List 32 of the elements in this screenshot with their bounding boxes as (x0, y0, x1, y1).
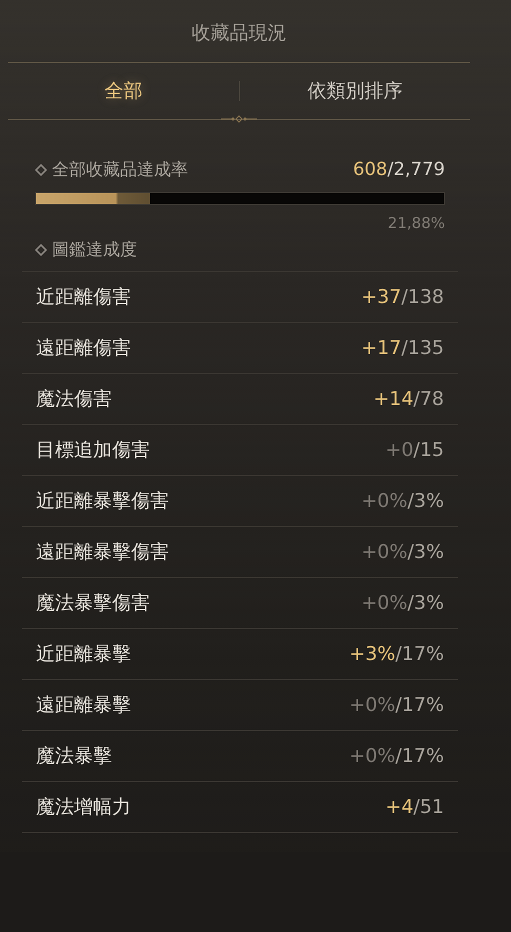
stat-value: +37/138 (361, 286, 444, 308)
tab[interactable]: 全部 (8, 70, 238, 112)
diamond-icon (35, 244, 47, 256)
ornament-icon (219, 115, 259, 123)
stat-value: +4/51 (385, 796, 444, 818)
stat-name: 魔法暴擊 (36, 744, 112, 769)
section-label: 圖鑑達成度 (52, 239, 137, 261)
stat-name: 近距離暴擊傷害 (36, 489, 169, 514)
stat-value: +0%/3% (361, 490, 444, 512)
stat-name: 近距離傷害 (36, 285, 131, 310)
diamond-icon (35, 164, 47, 176)
stat-name: 遠距離暴擊 (36, 693, 131, 718)
stat-value: +14/78 (373, 388, 444, 410)
stat-name: 遠距離暴擊傷害 (36, 540, 169, 565)
panel-title: 收藏品現況 (192, 21, 286, 46)
stat-value: +0%/3% (361, 592, 444, 614)
section-label: 全部收藏品達成率 (52, 159, 188, 181)
collection-count: 608/2,779 (353, 159, 445, 180)
percent-label: 21,88% (388, 214, 445, 232)
stat-value: +0/15 (385, 439, 444, 461)
stat-name: 魔法傷害 (36, 387, 112, 412)
tab[interactable]: 依類別排序 (240, 70, 470, 112)
stat-value: +3%/17% (349, 643, 444, 665)
stat-value: +0%/3% (361, 541, 444, 563)
stat-name: 目標追加傷害 (36, 438, 150, 463)
stat-name: 魔法暴擊傷害 (36, 591, 150, 616)
stat-name: 近距離暴擊 (36, 642, 131, 667)
stat-name: 魔法增幅力 (36, 795, 131, 820)
stat-value: +0%/17% (349, 694, 444, 716)
stat-value: +17/135 (361, 337, 444, 359)
stat-name: 遠距離傷害 (36, 336, 131, 361)
stat-value: +0%/17% (349, 745, 444, 767)
